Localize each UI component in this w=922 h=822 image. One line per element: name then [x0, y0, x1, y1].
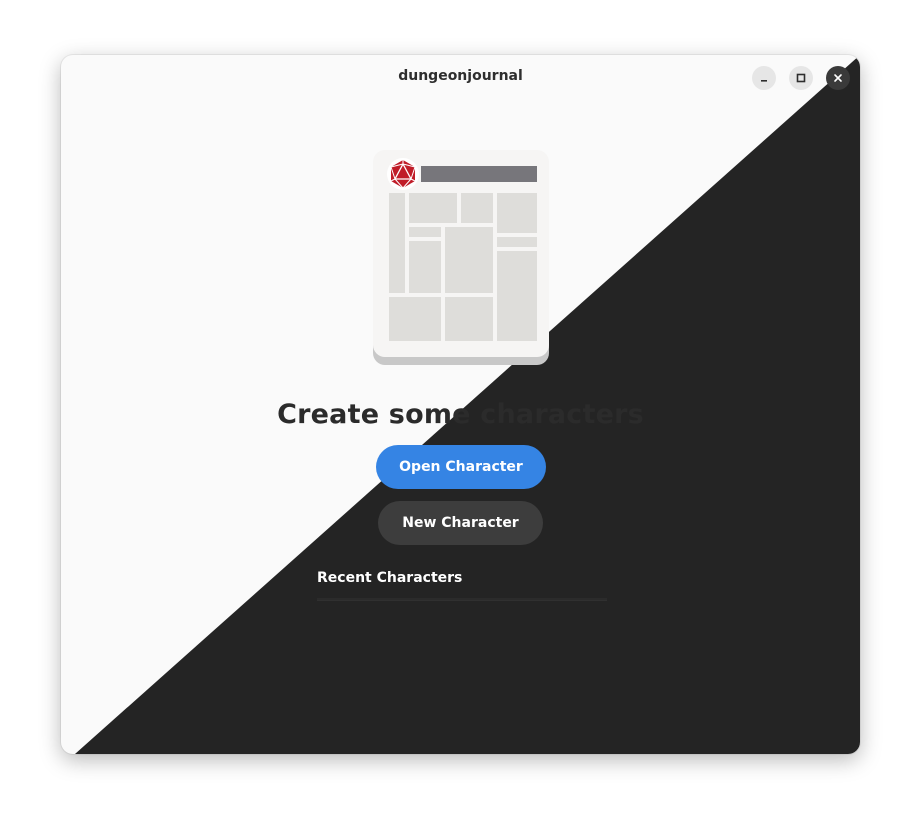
app-window: dungeonjournal Create some characters Op…	[61, 55, 860, 754]
close-icon	[834, 74, 842, 82]
recent-characters-list	[317, 598, 607, 601]
minimize-button[interactable]	[752, 66, 776, 90]
minimize-icon	[761, 80, 767, 82]
recent-characters-heading: Recent Characters	[317, 570, 463, 586]
d20-icon	[387, 158, 419, 190]
open-character-button[interactable]: Open Character	[376, 445, 546, 489]
empty-state-heading: Create some characters	[277, 399, 644, 430]
character-sheet-illustration	[373, 150, 549, 365]
maximize-button[interactable]	[789, 66, 813, 90]
new-character-button[interactable]: New Character	[378, 501, 543, 545]
header-bar: dungeonjournal	[61, 55, 860, 101]
window-title: dungeonjournal	[398, 68, 523, 84]
close-button[interactable]	[826, 66, 850, 90]
maximize-icon	[796, 73, 806, 83]
